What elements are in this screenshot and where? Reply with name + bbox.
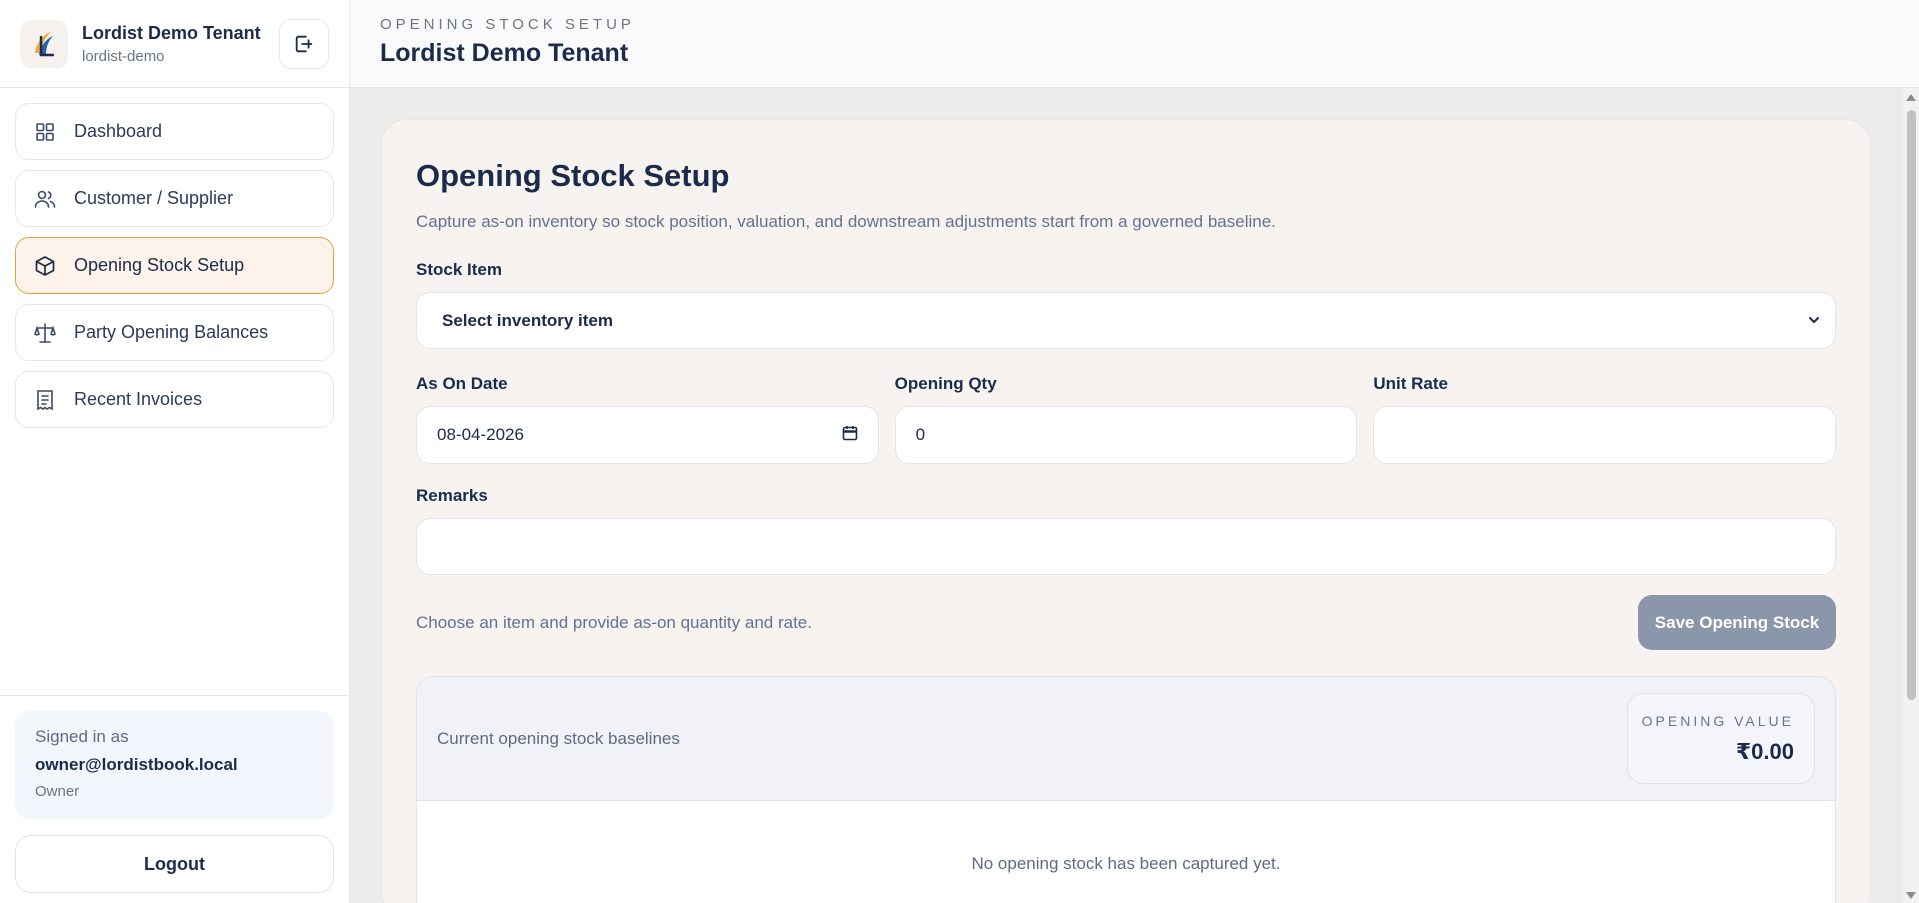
users-icon bbox=[34, 188, 56, 210]
form-hint: Choose an item and provide as-on quantit… bbox=[416, 612, 812, 632]
as-on-date-label: As On Date bbox=[416, 374, 508, 393]
sidebar-item-party-opening-balances[interactable]: Party Opening Balances bbox=[15, 304, 334, 361]
sidebar-item-label: Dashboard bbox=[74, 121, 163, 141]
stock-item-label: Stock Item bbox=[416, 260, 502, 279]
tenant-name: Lordist Demo Tenant bbox=[82, 22, 261, 43]
save-opening-stock-button[interactable]: Save Opening Stock bbox=[1638, 595, 1836, 650]
grid-icon bbox=[34, 121, 56, 143]
opening-stock-card: Opening Stock Setup Capture as-on invent… bbox=[381, 119, 1871, 903]
sidebar-item-dashboard[interactable]: Dashboard bbox=[15, 103, 334, 160]
sidebar-item-customer-supplier[interactable]: Customer / Supplier bbox=[15, 170, 334, 227]
scrollbar-thumb[interactable] bbox=[1907, 110, 1916, 700]
opening-value-amount: ₹0.00 bbox=[1735, 738, 1794, 764]
box-icon bbox=[34, 255, 56, 277]
sidebar-nav: Dashboard Customer / Supplier Opening St… bbox=[0, 88, 349, 428]
unit-rate-label: Unit Rate bbox=[1373, 374, 1448, 393]
as-on-date-input[interactable]: 08-04-2026 bbox=[416, 406, 879, 464]
sidebar-item-label: Customer / Supplier bbox=[74, 188, 234, 208]
signed-in-label: Signed in as bbox=[35, 727, 129, 746]
opening-value-box: OPENING VALUE ₹0.00 bbox=[1627, 693, 1815, 784]
stock-item-select[interactable]: Select inventory item bbox=[416, 292, 1836, 349]
logout-button[interactable]: Logout bbox=[15, 835, 334, 893]
receipt-icon bbox=[34, 389, 56, 411]
page-description: Capture as-on inventory so stock positio… bbox=[416, 212, 1276, 231]
scroll-down-arrow-icon[interactable] bbox=[1906, 892, 1916, 899]
sidebar-item-label: Party Opening Balances bbox=[74, 322, 269, 342]
scroll-up-arrow-icon[interactable] bbox=[1906, 94, 1916, 101]
tenant-slug: lordist-demo bbox=[82, 47, 165, 65]
main-content: Opening Stock Setup Capture as-on invent… bbox=[350, 88, 1903, 903]
page-eyebrow: OPENING STOCK SETUP bbox=[380, 16, 635, 33]
opening-qty-label: Opening Qty bbox=[894, 374, 997, 393]
sidebar-footer: Signed in as owner@lordistbook.local Own… bbox=[0, 695, 349, 903]
page-header: OPENING STOCK SETUP Lordist Demo Tenant bbox=[350, 0, 1919, 88]
calendar-icon[interactable] bbox=[842, 425, 858, 446]
baseline-header: Current opening stock baselines OPENING … bbox=[417, 677, 1835, 801]
header-tenant-name: Lordist Demo Tenant bbox=[380, 39, 629, 67]
chevron-down-icon bbox=[1806, 312, 1822, 333]
empty-state-message: No opening stock has been captured yet. bbox=[971, 854, 1281, 873]
user-email: owner@lordistbook.local bbox=[35, 755, 238, 774]
sidebar-item-label: Opening Stock Setup bbox=[74, 255, 245, 275]
remarks-input[interactable] bbox=[416, 518, 1836, 575]
page-scrollbar[interactable] bbox=[1903, 88, 1919, 903]
lordist-logo-icon bbox=[20, 19, 68, 68]
page-title: Opening Stock Setup bbox=[416, 158, 730, 193]
scale-icon bbox=[34, 322, 56, 344]
baseline-caption: Current opening stock baselines bbox=[437, 728, 680, 748]
sidebar-item-recent-invoices[interactable]: Recent Invoices bbox=[15, 371, 334, 428]
baseline-panel: Current opening stock baselines OPENING … bbox=[416, 676, 1836, 903]
sidebar: Lordist Demo Tenant lordist-demo Dashboa… bbox=[0, 0, 350, 903]
sign-out-square-button[interactable] bbox=[279, 19, 329, 69]
unit-rate-input[interactable] bbox=[1373, 406, 1837, 464]
user-role: Owner bbox=[35, 783, 80, 800]
as-on-date-value: 08-04-2026 bbox=[437, 425, 524, 444]
remarks-label: Remarks bbox=[416, 486, 488, 505]
sign-out-square-icon bbox=[295, 35, 313, 53]
sidebar-item-opening-stock-setup[interactable]: Opening Stock Setup bbox=[15, 237, 334, 294]
opening-value-label: OPENING VALUE bbox=[1641, 712, 1794, 729]
user-card: Signed in as owner@lordistbook.local Own… bbox=[15, 711, 334, 819]
sidebar-item-label: Recent Invoices bbox=[74, 389, 203, 409]
brand-header: Lordist Demo Tenant lordist-demo bbox=[0, 0, 349, 88]
opening-qty-input[interactable]: 0 bbox=[894, 406, 1358, 464]
